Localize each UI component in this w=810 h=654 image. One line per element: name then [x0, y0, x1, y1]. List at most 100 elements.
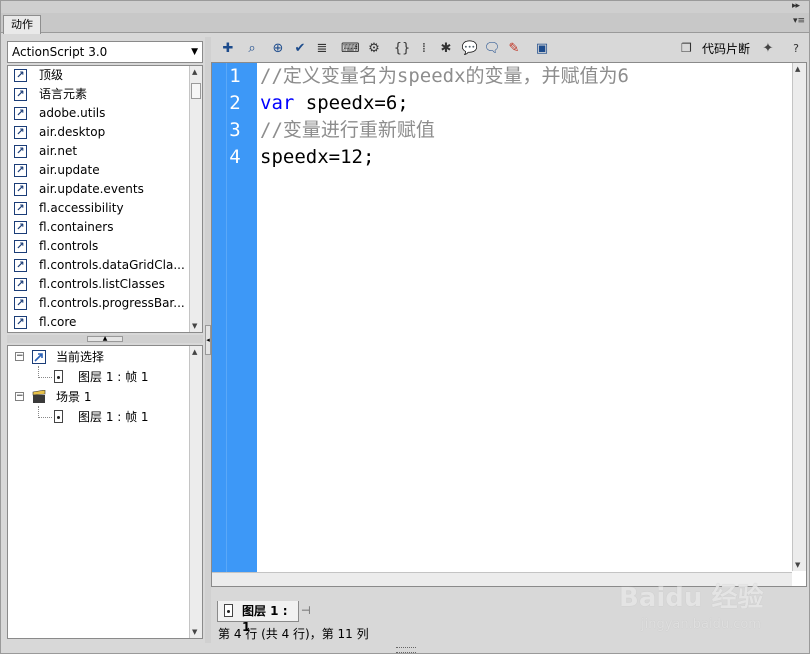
list-item-label: air.net	[39, 144, 78, 158]
scroll-down-icon[interactable]: ▼	[192, 322, 197, 330]
tab-actions[interactable]: 动作	[3, 15, 41, 34]
debug-options-icon[interactable]: ⚙	[365, 40, 383, 58]
package-icon: ↗	[14, 126, 27, 139]
show-hide-toolbox-icon[interactable]: ▣	[533, 40, 551, 58]
double-chevron-right-icon[interactable]: ▸▸	[792, 1, 800, 11]
list-item-label: fl.containers	[39, 220, 114, 234]
list-item[interactable]: ↗ fl.controls	[8, 237, 202, 256]
actions-toolbox: ↗ 顶级 ↗ 语言元素 ↗ adobe.utils ↗ air.desktop ↗ air…	[7, 65, 203, 333]
actions-toolbar: ✚ ⌕ ⊕ ✔ ≣ ⌨ ⚙ {} ⁞ ✱ 💬 🗨 ✎ ▣ ❐ 代码片断 ✦ ?	[213, 37, 807, 61]
list-item-label: fl.accessibility	[39, 201, 124, 215]
list-item[interactable]: ↗ fl.controls.listClasses	[8, 275, 202, 294]
toolbox-scrollbar[interactable]: ▲ ▼	[189, 66, 202, 332]
tree-item-frame[interactable]: 图层 1 : 帧 1	[78, 368, 149, 386]
frame-icon	[54, 410, 63, 423]
scroll-up-icon[interactable]: ▲	[192, 348, 197, 356]
code-snippets-button[interactable]: 代码片断	[702, 41, 750, 57]
apply-block-comment-icon[interactable]: 💬	[461, 40, 479, 58]
line-number: 3	[229, 119, 241, 141]
tree-item-current-selection[interactable]: 当前选择	[56, 348, 104, 366]
language-select[interactable]: ActionScript 3.0 ▼	[7, 41, 203, 63]
apply-line-comment-icon[interactable]: 🗨	[483, 40, 501, 58]
frame-icon	[224, 604, 233, 617]
code-line-comment[interactable]: //变量进行重新赋值	[260, 117, 435, 144]
add-item-icon[interactable]: ✚	[219, 40, 237, 58]
scroll-down-icon[interactable]: ▼	[192, 628, 197, 636]
list-item-label: fl.core	[39, 315, 77, 329]
list-item[interactable]: ↗ fl.accessibility	[8, 199, 202, 218]
package-icon: ↗	[14, 240, 27, 253]
line-number: 2	[229, 92, 241, 114]
package-icon: ↗	[14, 164, 27, 177]
collapse-between-braces-icon[interactable]: {}	[393, 40, 411, 58]
list-item[interactable]: ↗ 顶级	[8, 66, 202, 85]
collapse-selection-icon[interactable]: ⁞	[415, 40, 433, 58]
line-number: 1	[229, 65, 241, 87]
tree-item-scene-frame[interactable]: 图层 1 : 帧 1	[78, 408, 149, 426]
pin-script-icon[interactable]: ⊣	[301, 604, 311, 617]
list-item[interactable]: ↗ fl.controls.progressBar...	[8, 294, 202, 313]
panel-menu-icon[interactable]: ▾≡	[793, 16, 805, 26]
package-icon: ↗	[14, 259, 27, 272]
script-navigator: − 当前选择 图层 1 : 帧 1 − 场景 1 图层 1 : 帧 1 ▲ ▼	[7, 345, 203, 639]
help-icon[interactable]: ?	[787, 40, 805, 58]
code-line[interactable]: var speedx=6;	[260, 90, 409, 117]
package-icon: ↗	[14, 221, 27, 234]
list-item[interactable]: ↗ air.update	[8, 161, 202, 180]
list-item[interactable]: ↗ air.desktop	[8, 123, 202, 142]
collapse-icon[interactable]: −	[15, 392, 24, 401]
line-number: 4	[229, 146, 241, 168]
check-syntax-icon[interactable]: ✔	[291, 40, 309, 58]
remove-comment-icon[interactable]: ✎	[505, 40, 523, 58]
language-select-value: ActionScript 3.0	[12, 45, 108, 59]
list-item[interactable]: ↗ 语言元素	[8, 85, 202, 104]
watermark: Baidu 经验 jingyan.baidu.com	[619, 571, 804, 637]
list-item[interactable]: ↗ fl.core	[8, 313, 202, 332]
tree-item-scene[interactable]: 场景 1	[56, 388, 91, 406]
code-statement: speedx=6;	[294, 92, 409, 114]
find-icon[interactable]: ⌕	[243, 40, 261, 58]
list-item-label: fl.controls.listClasses	[39, 277, 165, 291]
package-icon: ↗	[14, 183, 27, 196]
list-item[interactable]: ↗ fl.controls.dataGridCla...	[8, 256, 202, 275]
resize-grip-icon[interactable]	[396, 647, 416, 653]
expand-all-icon[interactable]: ✱	[437, 40, 455, 58]
actions-panel: ▸▸ 动作 ▾≡ ActionScript 3.0 ▼ ↗ 顶级 ↗ 语言元素 ↗ a…	[0, 0, 810, 654]
keyword-var: var	[260, 92, 295, 114]
current-selection-icon	[32, 350, 46, 364]
list-item[interactable]: ↗ fl.containers	[8, 218, 202, 237]
wizard-wand-icon[interactable]: ✦	[759, 40, 777, 58]
package-icon: ↗	[14, 69, 27, 82]
splitter-handle-icon[interactable]: ▲	[87, 336, 123, 342]
list-item-label: fl.controls	[39, 239, 99, 253]
navigator-scrollbar[interactable]: ▲ ▼	[189, 346, 202, 638]
list-item[interactable]: ↗ adobe.utils	[8, 104, 202, 123]
tab-layer-frame[interactable]: 图层 1 : 1	[217, 601, 299, 634]
scroll-up-icon[interactable]: ▲	[795, 65, 800, 73]
code-snippets-icon[interactable]: ❐	[681, 41, 695, 57]
panel-tabbar: 动作 ▾≡	[1, 13, 809, 34]
list-item-label: adobe.utils	[39, 106, 106, 120]
list-item[interactable]: ↗ air.net	[8, 142, 202, 161]
scroll-down-icon[interactable]: ▼	[795, 561, 800, 569]
watermark-brand: Baidu 经验	[619, 583, 764, 613]
code-hint-icon[interactable]: ⌨	[341, 40, 360, 58]
package-icon: ↗	[14, 145, 27, 158]
target-path-icon[interactable]: ⊕	[269, 40, 287, 58]
package-icon: ↗	[14, 88, 27, 101]
editor-vertical-scrollbar[interactable]: ▲ ▼	[792, 63, 806, 571]
code-line[interactable]: speedx=12;	[260, 144, 374, 171]
scrollbar-thumb[interactable]	[191, 83, 201, 99]
code-line-comment[interactable]: //定义变量名为speedx的变量，并赋值为6	[260, 63, 629, 90]
auto-format-icon[interactable]: ≣	[313, 40, 331, 58]
list-item[interactable]: ↗ air.update.events	[8, 180, 202, 199]
status-bar: 第 4 行 (共 4 行)，第 11 列	[218, 627, 369, 641]
horizontal-splitter[interactable]: ▲	[7, 335, 203, 343]
collapse-icon[interactable]: −	[15, 352, 24, 361]
package-icon: ↗	[14, 316, 27, 329]
code-editor[interactable]: 1 2 3 4 //定义变量名为speedx的变量，并赋值为6 var spee…	[211, 62, 807, 587]
list-item-label: air.desktop	[39, 125, 106, 139]
scroll-up-icon[interactable]: ▲	[192, 68, 197, 76]
tree-connector	[38, 377, 52, 378]
list-item-label: fl.controls.dataGridCla...	[39, 258, 185, 272]
